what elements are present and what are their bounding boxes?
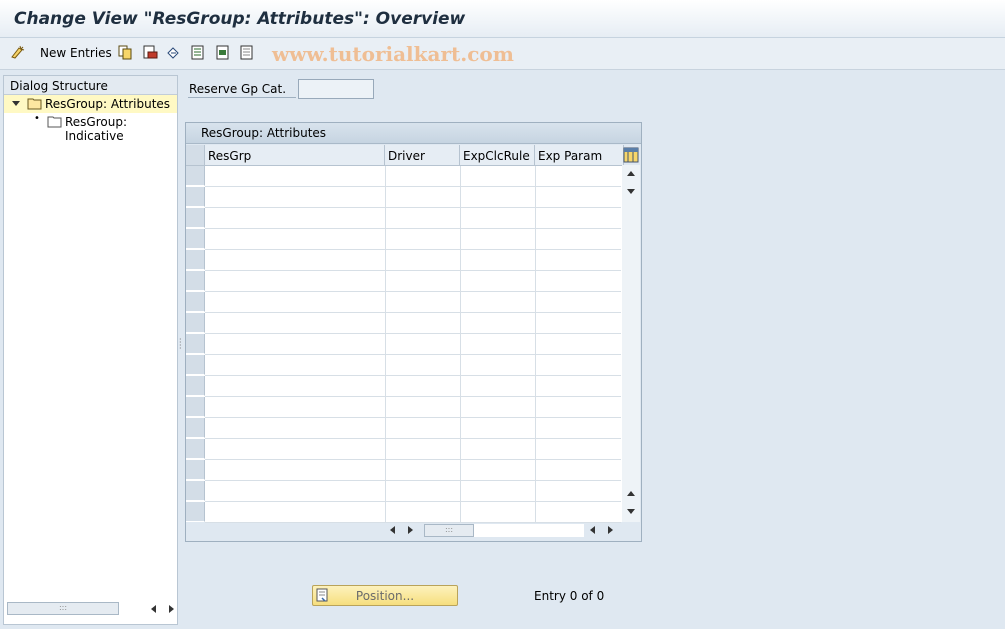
table-row	[205, 270, 621, 271]
row-selector[interactable]	[186, 292, 205, 312]
scroll-left-icon[interactable]	[390, 526, 395, 534]
column-header-driver[interactable]: Driver	[385, 145, 460, 166]
column-header-expclcrule[interactable]: ExpClcRule	[460, 145, 535, 166]
panel-splitter[interactable]: · · · ·	[179, 70, 183, 629]
application-toolbar: New Entries www.tutorialkart.com	[0, 38, 1005, 70]
row-selector[interactable]	[186, 418, 205, 438]
row-selector[interactable]	[186, 229, 205, 249]
table-row	[205, 186, 621, 187]
scroll-up-icon[interactable]	[627, 171, 635, 176]
tree-item-resgroup-attributes[interactable]: ResGroup: Attributes	[4, 95, 177, 113]
table-row	[205, 249, 621, 250]
copy-icon[interactable]	[118, 45, 133, 60]
column-divider	[460, 166, 461, 522]
scroll-down-icon[interactable]	[627, 189, 635, 194]
table-row	[205, 312, 621, 313]
reserve-gp-cat-input[interactable]	[298, 79, 374, 99]
scroll-right-icon[interactable]	[169, 605, 174, 613]
table-row	[205, 207, 621, 208]
scroll-left-icon[interactable]	[590, 526, 595, 534]
table-row	[205, 480, 621, 481]
row-selector[interactable]	[186, 250, 205, 270]
row-selector[interactable]	[186, 334, 205, 354]
column-divider	[535, 166, 536, 522]
new-entries-icon[interactable]	[10, 45, 25, 60]
select-all-icon[interactable]	[191, 45, 206, 60]
column-divider	[385, 166, 386, 522]
table-row	[205, 228, 621, 229]
row-selector[interactable]	[186, 313, 205, 333]
row-selector[interactable]	[186, 502, 205, 522]
row-selector[interactable]	[186, 166, 205, 186]
select-all-rows-cell[interactable]	[186, 145, 205, 166]
folder-icon	[47, 116, 62, 128]
deselect-all-icon[interactable]	[240, 45, 255, 60]
expand-arrow-icon[interactable]	[12, 101, 20, 106]
table-grid: ResGrp Driver ExpClcRule Exp Param	[186, 145, 624, 523]
table-row	[205, 375, 621, 376]
undo-icon[interactable]	[166, 45, 181, 60]
dialog-structure-panel: Dialog Structure ResGroup: Attributes • …	[3, 75, 178, 625]
tree-item-label: ResGroup: Attributes	[45, 97, 171, 111]
row-selector[interactable]	[186, 439, 205, 459]
title-bar: Change View "ResGroup: Attributes": Over…	[0, 0, 1005, 38]
open-folder-icon	[27, 98, 42, 110]
watermark-text: www.tutorialkart.com	[272, 42, 514, 66]
new-entries-button[interactable]: New Entries	[40, 46, 112, 60]
page-title: Change View "ResGroup: Attributes": Over…	[14, 9, 466, 29]
field-label-underline	[188, 97, 296, 98]
scroll-right-icon[interactable]	[408, 526, 413, 534]
table-row	[205, 291, 621, 292]
reserve-gp-cat-label: Reserve Gp Cat.	[189, 82, 287, 96]
table-row	[205, 333, 621, 334]
position-button[interactable]: Position...	[312, 585, 458, 606]
row-selector[interactable]	[186, 481, 205, 501]
table-vertical-scrollbar[interactable]	[622, 165, 640, 522]
entry-count-text: Entry 0 of 0	[534, 589, 605, 603]
column-header-resgrp[interactable]: ResGrp	[205, 145, 385, 166]
dialog-structure-header: Dialog Structure	[4, 76, 177, 95]
position-button-label: Position...	[355, 589, 415, 603]
row-selector[interactable]	[186, 271, 205, 291]
row-selector[interactable]	[186, 376, 205, 396]
scroll-right-icon[interactable]	[608, 526, 613, 534]
tree-item-label: ResGroup: Indicative	[65, 115, 128, 143]
table-row	[205, 354, 621, 355]
scroll-thumb[interactable]: :::	[7, 602, 119, 615]
select-block-icon[interactable]	[216, 45, 231, 60]
tree-bullet-icon: •	[34, 113, 40, 124]
resgroup-attributes-table: ResGroup: Attributes ResGrp Driver ExpCl…	[185, 122, 642, 542]
scroll-left-icon[interactable]	[151, 605, 156, 613]
scroll-thumb[interactable]: :::	[424, 524, 474, 537]
table-title: ResGroup: Attributes	[186, 123, 641, 144]
table-row	[205, 438, 621, 439]
position-icon	[316, 588, 328, 602]
column-header-exp-param[interactable]: Exp Param	[535, 145, 624, 166]
scroll-page-down-icon[interactable]	[627, 509, 635, 514]
table-row	[205, 501, 621, 502]
scroll-page-up-icon[interactable]	[627, 491, 635, 496]
row-selector[interactable]	[186, 355, 205, 375]
table-row	[205, 396, 621, 397]
row-selector[interactable]	[186, 208, 205, 228]
row-selector[interactable]	[186, 187, 205, 207]
delete-icon[interactable]	[143, 45, 158, 60]
table-row	[205, 459, 621, 460]
tree-item-resgroup-indicative[interactable]: • ResGroup: Indicative	[4, 113, 177, 143]
table-row	[205, 417, 621, 418]
table-settings-icon[interactable]	[623, 147, 639, 163]
left-horizontal-scrollbar[interactable]: :::	[7, 602, 179, 616]
row-selector[interactable]	[186, 397, 205, 417]
row-selector[interactable]	[186, 460, 205, 480]
table-horizontal-scrollbar[interactable]: :::	[386, 522, 626, 540]
